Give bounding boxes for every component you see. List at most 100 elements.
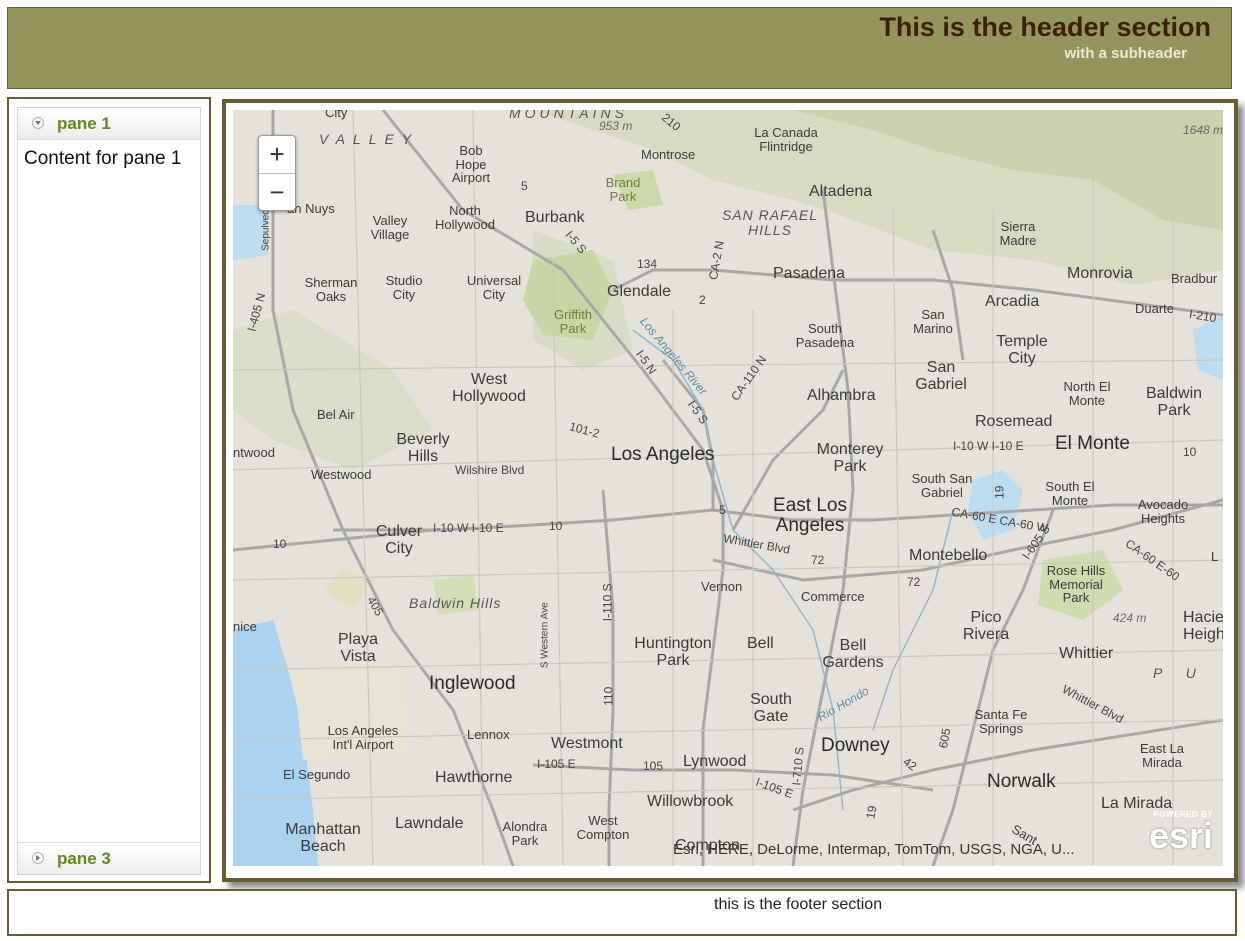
map-label-sierra-madre: Sierra Madre <box>999 219 1037 248</box>
map-label-east-la-mirada: East La Mirada <box>1139 741 1185 770</box>
map-label-alondra-park: Alondra Park <box>502 819 548 848</box>
map-label-commerce: Commerce <box>801 589 865 604</box>
map-label-l-edge: L <box>1211 549 1219 564</box>
map-label-west-compton: West Compton <box>576 813 630 842</box>
zoom-control: + − <box>258 135 296 211</box>
map-label-burbank: Burbank <box>525 209 585 226</box>
map-label-route-2: 2 <box>699 293 706 307</box>
page-title: This is the header section <box>879 12 1211 42</box>
esri-logo-wordmark: esri <box>1148 815 1213 856</box>
map-label-avocado-heights: Avocado Heights <box>1137 497 1189 526</box>
map-label-baldwin-hills: Baldwin Hills <box>409 595 502 611</box>
page-subtitle: with a subheader <box>1064 45 1187 62</box>
map-label-san-gabriel: San Gabriel <box>915 359 967 393</box>
map-label-lax: Los Angeles Int'l Airport <box>327 723 399 752</box>
map-label-pasadena: Pasadena <box>773 265 846 282</box>
map-label-route-72-b: 72 <box>907 575 921 589</box>
map-label-lennox: Lennox <box>467 727 510 742</box>
map-label-la-canada: La Canada Flintridge <box>754 125 818 154</box>
map-label-i110: I-110 S <box>600 583 615 622</box>
map-label-arcadia: Arcadia <box>985 293 1040 310</box>
map-label-bell-gardens: Bell Gardens <box>822 637 884 671</box>
map-label-culver-city: Culver City <box>375 523 423 557</box>
map-label-playa-vista: Playa Vista <box>337 631 379 665</box>
map-frame: Los Angeles Burbank Glendale Pasadena Al… <box>222 99 1238 882</box>
map-label-lawndale: Lawndale <box>395 815 464 832</box>
map-label-los-angeles: Los Angeles <box>611 444 715 465</box>
map-label-bel-air: Bel Air <box>317 407 355 422</box>
map-attribution[interactable]: Esri, HERE, DeLorme, Intermap, TomTom, U… <box>673 841 1103 858</box>
map-label-valley: VALLEY <box>319 131 420 147</box>
map-label-route-10-b: 10 <box>273 537 287 551</box>
map-label-route-19: 19 <box>992 485 1007 499</box>
map-label-monterey-park: Monterey Park <box>816 441 884 475</box>
map-label-manhattan-beach: Manhattan Beach <box>285 821 361 855</box>
map-label-elev-953: 953 m <box>599 119 633 133</box>
map-label-temple-city: Temple City <box>996 333 1048 367</box>
accordion-pane-1-label: pane 1 <box>57 114 111 133</box>
map-label-western-ave: S Western Ave <box>539 602 551 669</box>
map-label-el-monte: El Monte <box>1055 433 1130 454</box>
map-label-venice: nice <box>233 619 257 634</box>
map-label-bell: Bell <box>747 635 774 652</box>
map-label-route-134: 134 <box>637 257 658 271</box>
map-label-bradbury: Bradbur <box>1171 271 1218 286</box>
map-label-i10-west: I-10 W I-10 E <box>433 521 504 535</box>
footer-text: this is the footer section <box>714 896 883 913</box>
map-label-rose-hills: Rose Hills Memorial Park <box>1046 563 1106 606</box>
map-label-montebello: Montebello <box>909 547 988 564</box>
map-label-route-10-c: 10 <box>1183 445 1197 459</box>
map-label-el-segundo: El Segundo <box>283 767 351 782</box>
esri-logo[interactable]: POWERED BY esri <box>1141 810 1213 856</box>
map-label-glendale: Glendale <box>607 283 672 300</box>
header: This is the header section with a subhea… <box>7 7 1232 89</box>
map-label-inglewood: Inglewood <box>429 673 516 694</box>
map-label-lynwood: Lynwood <box>683 753 747 770</box>
map-label-altadena: Altadena <box>809 183 873 200</box>
map-label-wilshire-blvd: Wilshire Blvd <box>455 463 525 477</box>
map-label-santa-fe-springs: Santa Fe Springs <box>974 707 1028 736</box>
map-label-south-san-gabriel: South San Gabriel <box>911 471 973 500</box>
map-label-route-5: 5 <box>521 179 528 193</box>
chevron-down-icon <box>32 117 44 129</box>
left-pane: pane 1 Content for pane 1 pane 3 <box>7 97 211 883</box>
map-label-south-gate: South Gate <box>750 691 792 725</box>
zoom-out-button[interactable]: − <box>259 174 295 211</box>
map-label-route-110: 110 <box>601 686 616 706</box>
map-label-south-el-monte: South El Monte <box>1045 479 1095 508</box>
map-view[interactable]: Los Angeles Burbank Glendale Pasadena Al… <box>233 110 1223 866</box>
map-label-hawthorne: Hawthorne <box>435 769 513 786</box>
map-label-elev-1648: 1648 m <box>1183 123 1223 137</box>
zoom-in-button[interactable]: + <box>259 136 295 174</box>
map-label-west-hollywood: West Hollywood <box>452 371 526 405</box>
map-label-south-pasadena: South Pasadena <box>795 321 855 350</box>
map-label-san-marino: San Marino <box>913 307 953 336</box>
map-label-san-rafael-hills: SAN RAFAEL HILLS <box>721 207 819 238</box>
map-label-westwood: Westwood <box>311 467 372 482</box>
map-label-willowbrook: Willowbrook <box>647 793 734 810</box>
map-label-hacienda: Hacier Heigh <box>1183 609 1223 643</box>
map-label-route-10: 10 <box>549 519 563 533</box>
accordion-pane-3-title[interactable]: pane 3 <box>18 842 200 874</box>
map-label-brand-park: Brand Park <box>605 175 641 204</box>
accordion-pane-3-label: pane 3 <box>57 849 111 868</box>
map-label-universal-city: Universal City <box>466 273 522 302</box>
map-label-montrose: Montrose <box>641 147 696 162</box>
map-label-elev-424: 424 m <box>1113 611 1147 625</box>
map-label-griffith-park: Griffith Park <box>553 307 593 336</box>
map-label-brentwood: ntwood <box>233 445 275 460</box>
map-label-downey: Downey <box>821 735 890 756</box>
map-label-pico-rivera: Pico Rivera <box>962 609 1010 643</box>
map-label-city-top: City <box>325 110 348 120</box>
accordion-pane-1-content: Content for pane 1 <box>24 148 182 169</box>
map-label-duarte: Duarte <box>1135 301 1175 316</box>
map-label-valley-village: Valley Village <box>370 213 410 242</box>
map-label-route-5-b: 5 <box>719 503 726 517</box>
map-label-bob-hope-airport: Bob Hope Airport <box>451 143 491 186</box>
map-label-beverly-hills: Beverly Hills <box>396 431 450 465</box>
map-label-vernon: Vernon <box>701 579 743 594</box>
footer: this is the footer section <box>7 889 1237 936</box>
map-label-route-105: 105 <box>643 759 664 773</box>
map-label-puente: P U <box>1153 665 1206 681</box>
accordion-pane-1-title[interactable]: pane 1 <box>18 108 200 140</box>
